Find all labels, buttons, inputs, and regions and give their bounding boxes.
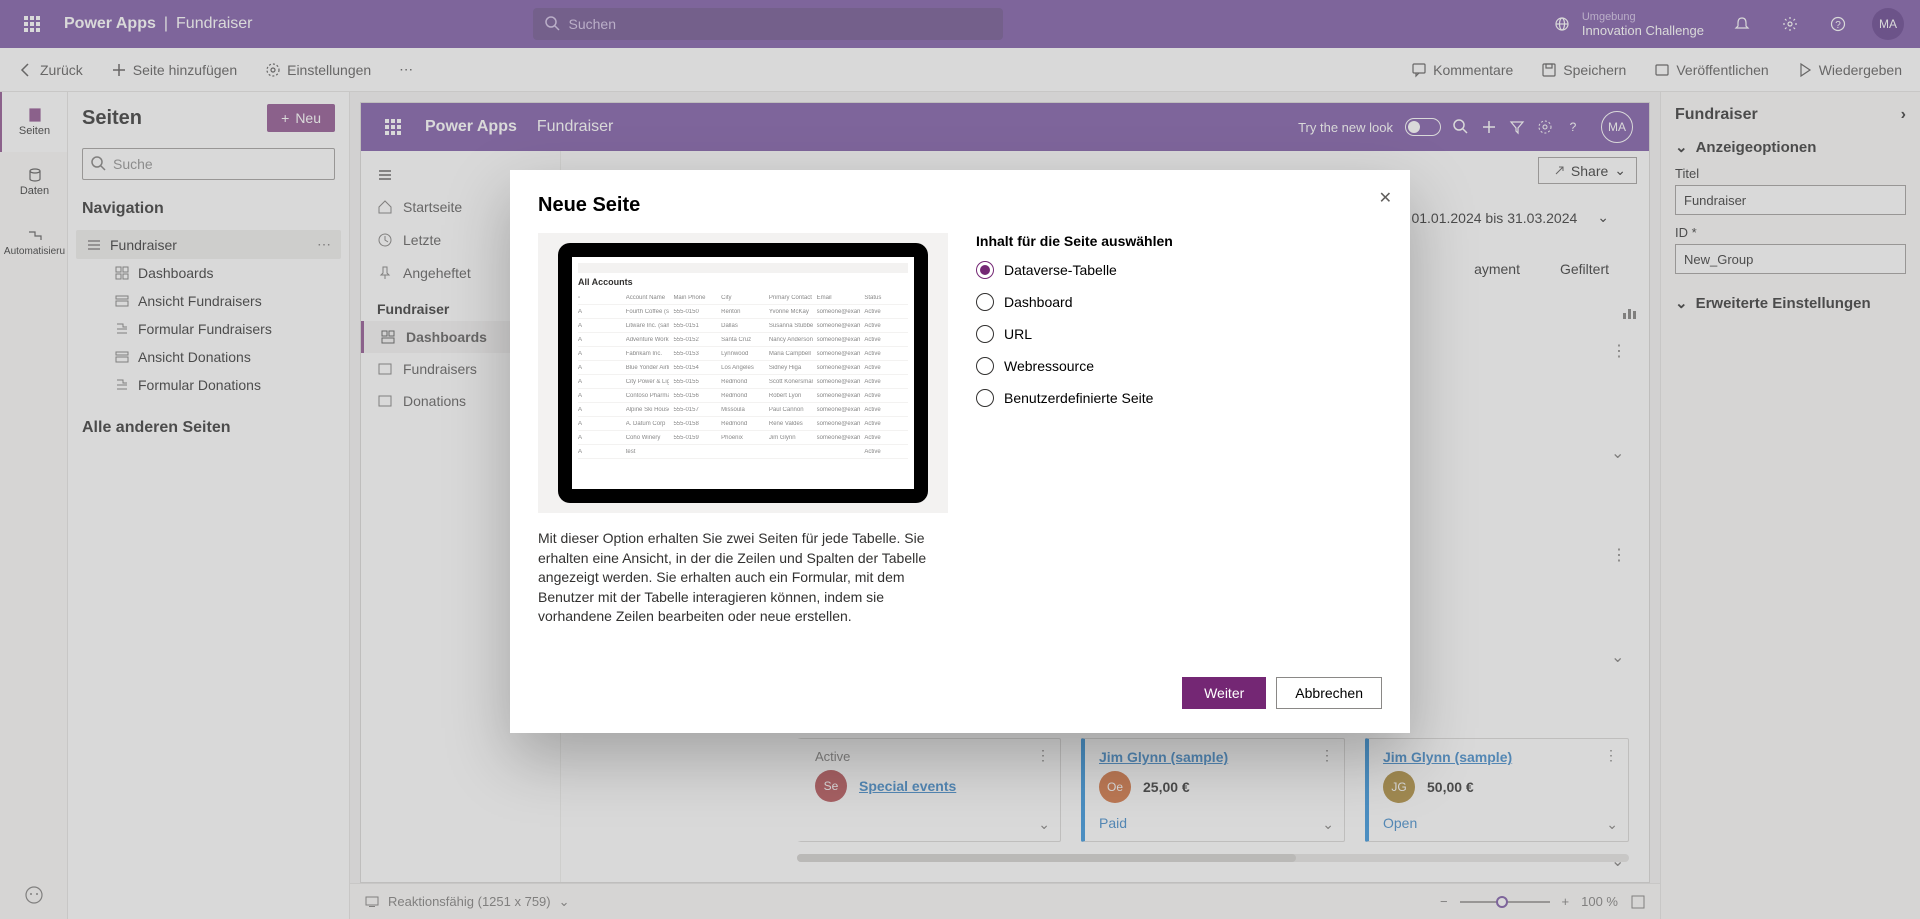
modal-title: Neue Seite	[538, 194, 1382, 217]
radio-dataverse-table[interactable]: Dataverse-Tabelle	[976, 261, 1382, 279]
radio-url[interactable]: URL	[976, 325, 1382, 343]
radio-webresource[interactable]: Webressource	[976, 357, 1382, 375]
cancel-button[interactable]: Abbrechen	[1276, 677, 1382, 709]
radio-dashboard[interactable]: Dashboard	[976, 293, 1382, 311]
close-icon[interactable]: ✕	[1379, 188, 1392, 208]
radio-icon	[976, 293, 994, 311]
new-page-modal: ✕ Neue Seite All Accounts ▫Account NameM…	[510, 170, 1410, 733]
modal-preview: All Accounts ▫Account NameMain PhoneCity…	[538, 233, 948, 513]
radio-icon	[976, 261, 994, 279]
radio-icon	[976, 325, 994, 343]
modal-description: Mit dieser Option erhalten Sie zwei Seit…	[538, 529, 948, 627]
modal-overlay: ✕ Neue Seite All Accounts ▫Account NameM…	[0, 0, 1920, 919]
radio-group-title: Inhalt für die Seite auswählen	[976, 233, 1382, 249]
radio-custom-page[interactable]: Benutzerdefinierte Seite	[976, 389, 1382, 407]
radio-icon	[976, 357, 994, 375]
next-button[interactable]: Weiter	[1182, 677, 1266, 709]
radio-icon	[976, 389, 994, 407]
